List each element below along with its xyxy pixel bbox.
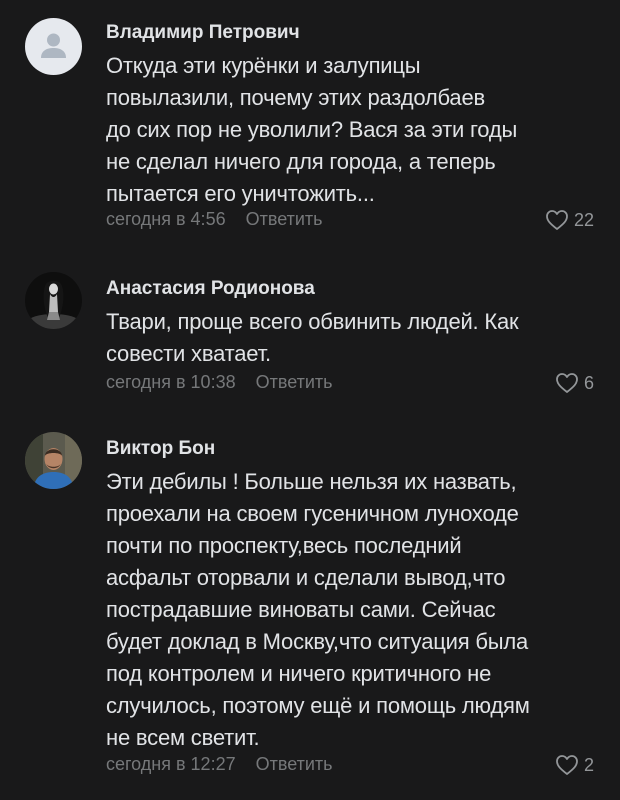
comment-text-line: Откуда эти курёнки и залупицы: [106, 53, 421, 78]
like-button[interactable]: 2: [555, 754, 594, 776]
comment-timestamp[interactable]: сегодня в 10:38: [106, 372, 236, 392]
comment-body: Владимир Петрович Откуда эти курёнки и з…: [106, 18, 606, 229]
reply-button[interactable]: Ответить: [256, 372, 333, 392]
comment-text-line: не сделал ничего для города, а теперь: [106, 149, 496, 174]
like-count: 22: [573, 209, 594, 230]
comment-body: Виктор Бон Эти дебилы ! Больше нельзя их…: [106, 432, 606, 774]
comment-text-line: случилось, поэтому ещё и помощь людям: [106, 693, 530, 718]
like-button[interactable]: 22: [545, 209, 594, 231]
avatar-photo: [25, 432, 82, 489]
default-user-icon: [25, 18, 82, 75]
comment-text: Твари, проще всего обвинить людей. Как с…: [106, 306, 606, 370]
comment-text-line: Твари, проще всего обвинить людей. Как: [106, 309, 519, 334]
comment-text-line: повылазили, почему этих раздолбаев: [106, 85, 485, 110]
heart-icon: [556, 373, 578, 393]
comment-text-line: будет доклад в Москву,что ситуация была: [106, 629, 529, 654]
heart-icon: [546, 210, 568, 230]
reply-button[interactable]: Ответить: [256, 754, 333, 774]
avatar[interactable]: [25, 272, 82, 329]
comment-meta: сегодня в 12:27 Ответить: [106, 754, 333, 775]
comment-author[interactable]: Виктор Бон: [106, 438, 606, 460]
comment-author[interactable]: Анастасия Родионова: [106, 278, 606, 300]
like-count: 2: [583, 754, 594, 775]
comment-body: Анастасия Родионова Твари, проще всего о…: [106, 272, 606, 392]
comment-text-line: под контролем и ничего критичного не: [106, 661, 492, 686]
comment-meta: сегодня в 4:56 Ответить: [106, 209, 323, 230]
comment-text-line: до сих пор не уволили? Вася за эти годы: [106, 117, 518, 142]
comment-text: Откуда эти курёнки и залупицы повылазили…: [106, 50, 606, 210]
comment-timestamp[interactable]: сегодня в 12:27: [106, 754, 236, 774]
avatar-photo: [25, 272, 82, 329]
comment-text-line: асфальт оторвали и сделали вывод,что: [106, 565, 506, 590]
comment-text-line: Эти дебилы ! Больше нельзя их назвать,: [106, 469, 517, 494]
heart-icon: [556, 755, 578, 775]
avatar[interactable]: [25, 432, 82, 489]
reply-button[interactable]: Ответить: [246, 209, 323, 229]
comment-text: Эти дебилы ! Больше нельзя их назвать, п…: [106, 466, 606, 754]
comment-text-line: совести хватает.: [106, 341, 271, 366]
comment-author[interactable]: Владимир Петрович: [106, 22, 606, 44]
comment-text-line: почти по проспекту,весь последний: [106, 533, 462, 558]
comment-text-line: пострадавшие виноваты сами. Сейчас: [106, 597, 496, 622]
comment-text-line: пытается его уничтожить...: [106, 181, 375, 206]
avatar[interactable]: [25, 18, 82, 75]
like-count: 6: [583, 372, 594, 393]
like-button[interactable]: 6: [555, 372, 594, 394]
comment-timestamp[interactable]: сегодня в 4:56: [106, 209, 226, 229]
comment-meta: сегодня в 10:38 Ответить: [106, 372, 333, 393]
comment-text-line: проехали на своем гусеничном луноходе: [106, 501, 519, 526]
comment-text-line: не всем светит.: [106, 725, 260, 750]
